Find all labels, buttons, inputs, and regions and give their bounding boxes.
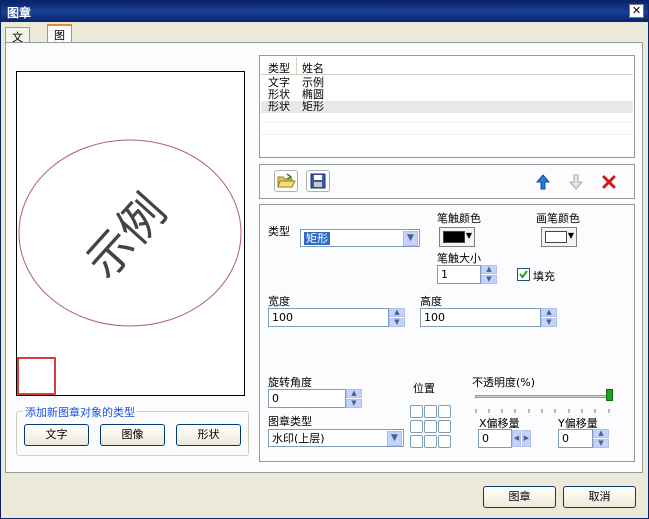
spin-down-icon: ▼ xyxy=(389,318,405,327)
window-title: 图章 xyxy=(7,6,32,20)
position-top-center[interactable] xyxy=(424,405,437,418)
add-image-button[interactable]: 图像 xyxy=(100,424,165,446)
position-bottom-center[interactable] xyxy=(424,435,437,448)
spin-down-icon: ▼ xyxy=(593,439,609,448)
add-text-button[interactable]: 文字 xyxy=(24,424,89,446)
chevron-down-icon: ▼ xyxy=(465,231,472,240)
add-object-legend: 添加新图章对象的类型 xyxy=(23,404,137,420)
spin-up-icon: ▲ xyxy=(541,308,557,317)
cancel-button[interactable]: 取消 xyxy=(563,486,636,508)
list-header: 类型 姓名 xyxy=(261,57,633,75)
brush-color-label: 画笔颜色 xyxy=(536,212,580,225)
close-button[interactable]: ✕ xyxy=(629,4,644,18)
position-center[interactable] xyxy=(424,420,437,433)
checkmark-icon xyxy=(519,270,528,279)
opacity-label: 不透明度(%) xyxy=(472,376,536,389)
x-offset-input[interactable]: 0 xyxy=(478,429,512,448)
opacity-slider-track[interactable] xyxy=(475,395,611,398)
type-select-value: 矩形 xyxy=(304,232,330,245)
pen-size-input[interactable]: 1 xyxy=(437,265,481,284)
stamp-dialog: 图章 ✕ 文件 图章 示例 添加新图章对象的类型 文字 图像 形状 类型 姓名 … xyxy=(0,0,649,519)
pen-size-label: 笔触大小 xyxy=(437,252,481,265)
stamp-type-select[interactable]: 水印(上层) ▼ xyxy=(268,429,404,447)
brush-color-swatch xyxy=(545,231,567,243)
rotation-input[interactable]: 0 xyxy=(268,389,346,408)
brush-color-button[interactable]: ▼ xyxy=(541,227,577,247)
save-button[interactable] xyxy=(306,170,330,192)
stamp-ok-button[interactable]: 图章 xyxy=(483,486,556,508)
add-shape-button[interactable]: 形状 xyxy=(176,424,241,446)
type-select[interactable]: 矩形 ▼ xyxy=(300,229,420,247)
position-top-right[interactable] xyxy=(438,405,451,418)
chevron-down-icon: ▼ xyxy=(387,431,402,446)
width-spinner[interactable]: ▲ ▼ xyxy=(389,308,405,327)
position-bottom-right[interactable] xyxy=(438,435,451,448)
pen-size-spinner[interactable]: ▲ ▼ xyxy=(481,265,497,284)
spin-right-icon: ▶ xyxy=(522,430,531,447)
close-icon: ✕ xyxy=(631,4,642,17)
pen-color-label: 笔触颜色 xyxy=(437,212,481,225)
width-label: 宽度 xyxy=(268,295,290,308)
delete-x-icon xyxy=(602,175,616,189)
floppy-disk-icon xyxy=(310,173,326,189)
object-toolbar xyxy=(259,164,635,199)
height-spinner[interactable]: ▲ ▼ xyxy=(541,308,557,327)
opacity-ticks xyxy=(475,403,611,413)
y-offset-spinner[interactable]: ▲ ▼ xyxy=(593,429,609,448)
list-item[interactable]: 形状 矩形 xyxy=(261,101,633,113)
pen-color-swatch xyxy=(443,231,465,243)
delete-button[interactable] xyxy=(600,173,618,191)
position-label: 位置 xyxy=(413,382,435,395)
move-down-button[interactable] xyxy=(567,173,585,191)
arrow-up-icon xyxy=(535,174,551,190)
title-bar: 图章 ✕ xyxy=(1,1,648,22)
row-gridline xyxy=(261,122,633,123)
chevron-down-icon: ▼ xyxy=(403,231,418,246)
column-header-type[interactable]: 类型 xyxy=(268,60,290,76)
chevron-down-icon: ▼ xyxy=(567,231,574,240)
type-label: 类型 xyxy=(268,225,290,238)
preview-rectangle xyxy=(17,357,56,395)
stamp-preview[interactable]: 示例 xyxy=(16,71,245,396)
pen-color-button[interactable]: ▼ xyxy=(439,227,475,247)
column-divider xyxy=(296,57,297,75)
height-input[interactable]: 100 xyxy=(420,308,541,327)
tab-stamp[interactable]: 图章 xyxy=(47,24,72,58)
x-offset-spinner[interactable]: ◀ ▶ xyxy=(512,430,531,447)
opacity-slider-thumb[interactable] xyxy=(606,389,613,401)
position-bottom-left[interactable] xyxy=(410,435,423,448)
stamp-type-label: 图章类型 xyxy=(268,415,312,428)
spin-up-icon: ▲ xyxy=(593,429,609,438)
spin-left-icon: ◀ xyxy=(512,430,521,447)
row-gridline xyxy=(261,134,633,135)
spin-up-icon: ▲ xyxy=(389,308,405,317)
height-label: 高度 xyxy=(420,295,442,308)
rotation-label: 旋转角度 xyxy=(268,376,312,389)
folder-open-icon xyxy=(277,173,296,188)
width-input[interactable]: 100 xyxy=(268,308,389,327)
column-header-name[interactable]: 姓名 xyxy=(302,60,324,76)
arrow-down-icon xyxy=(568,174,584,190)
spin-down-icon: ▼ xyxy=(541,318,557,327)
list-item-type: 形状 xyxy=(268,100,290,113)
fill-label: 填充 xyxy=(533,270,555,283)
spin-down-icon: ▼ xyxy=(481,275,497,284)
move-up-button[interactable] xyxy=(534,173,552,191)
object-list[interactable]: 类型 姓名 文字 示例 形状 椭圆 形状 矩形 xyxy=(259,55,635,158)
position-middle-left[interactable] xyxy=(410,420,423,433)
spin-up-icon: ▲ xyxy=(346,389,362,398)
spin-up-icon: ▲ xyxy=(481,265,497,274)
list-item-name: 矩形 xyxy=(302,100,324,113)
position-top-left[interactable] xyxy=(410,405,423,418)
preview-canvas: 示例 xyxy=(17,139,242,395)
rotation-spinner[interactable]: ▲ ▼ xyxy=(346,389,362,408)
open-button[interactable] xyxy=(274,170,298,192)
tab-file[interactable]: 文件 xyxy=(5,27,30,60)
stamp-type-select-value: 水印(上层) xyxy=(272,432,325,445)
y-offset-input[interactable]: 0 xyxy=(558,429,593,448)
position-middle-right[interactable] xyxy=(438,420,451,433)
spin-down-icon: ▼ xyxy=(346,399,362,408)
fill-checkbox[interactable] xyxy=(517,268,530,281)
preview-stamp-text: 示例 xyxy=(75,184,177,289)
